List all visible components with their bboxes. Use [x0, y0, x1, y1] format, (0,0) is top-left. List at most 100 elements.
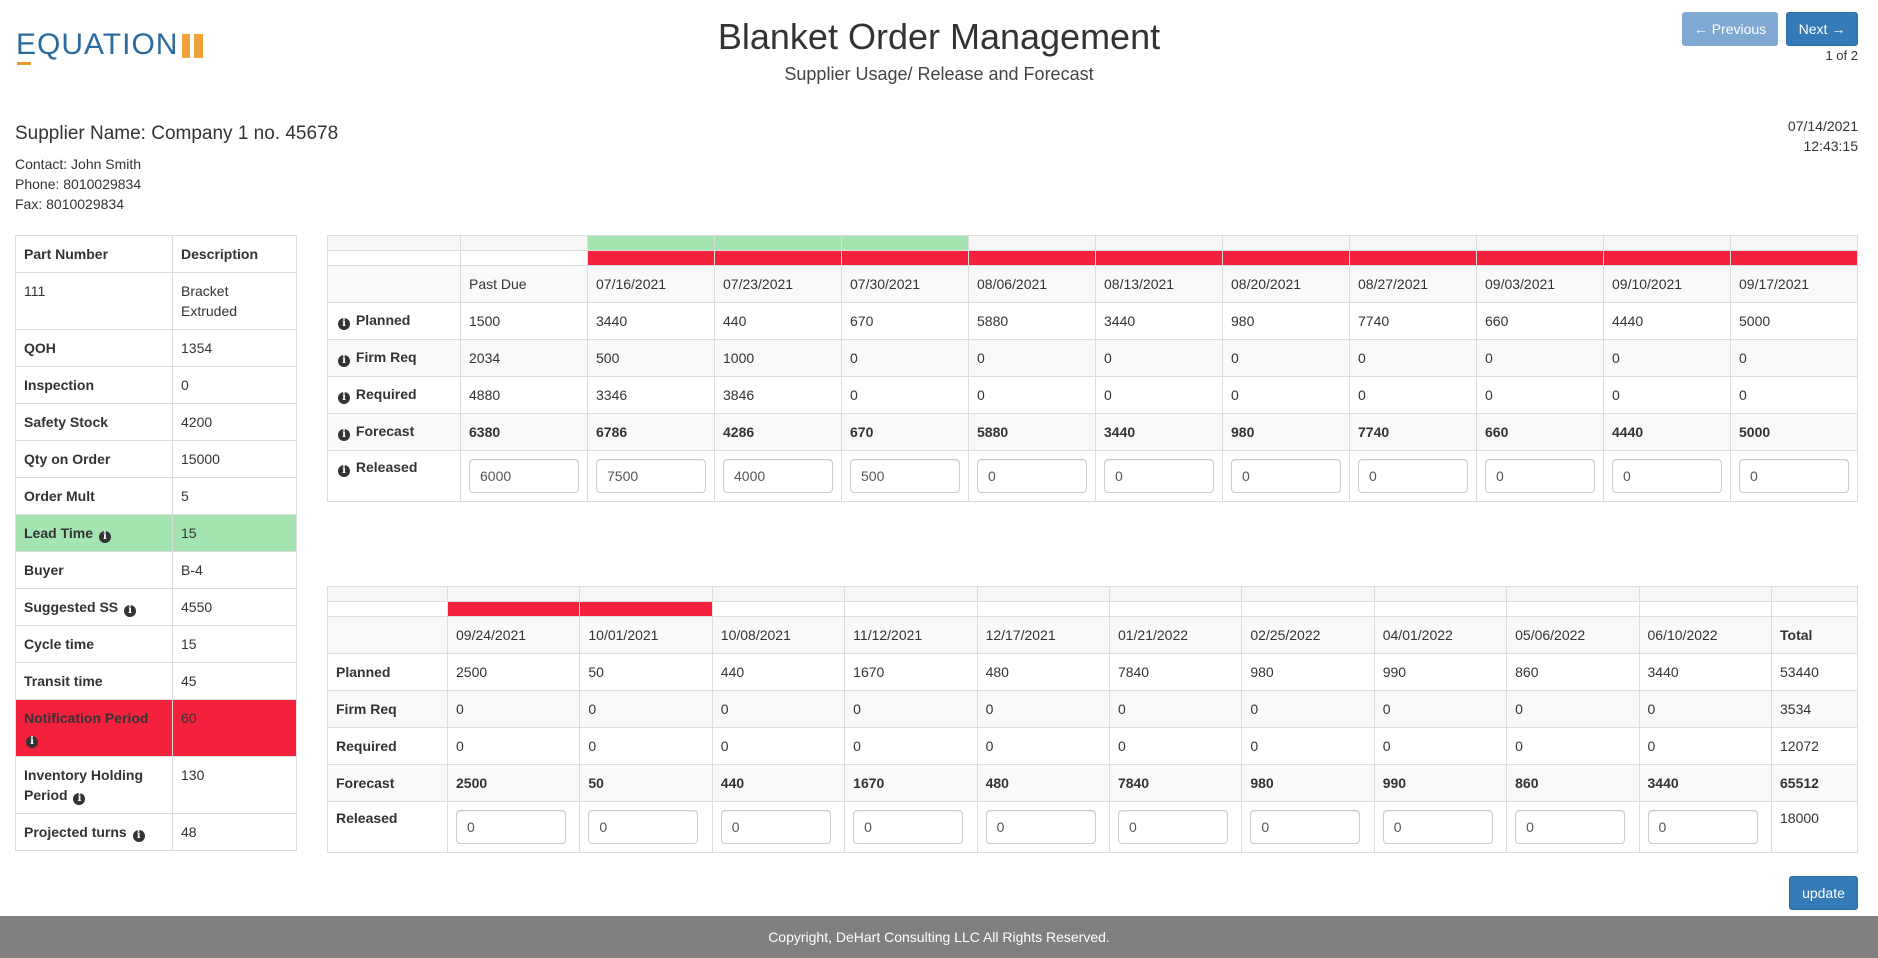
description-value: Bracket Extruded — [172, 272, 297, 330]
status-cell-red — [446, 601, 581, 617]
released-input[interactable] — [720, 810, 831, 844]
cell: 0 — [1349, 376, 1477, 414]
cell: 0 — [1638, 727, 1773, 765]
cell: 7840 — [1108, 764, 1243, 802]
cell: 0 — [1373, 690, 1508, 728]
row-value: 4550 — [172, 588, 297, 626]
forecast-row: i Forecast 6380 6786 4286 670 5880 3440 980 774… — [327, 413, 1858, 451]
cell: 670 — [841, 413, 969, 451]
cell: 660 — [1476, 413, 1604, 451]
info-icon[interactable]: i — [26, 736, 38, 748]
info-icon[interactable]: i — [338, 318, 350, 330]
cell: 0 — [976, 727, 1110, 765]
cell: 5880 — [968, 302, 1096, 340]
released-input[interactable] — [1515, 810, 1626, 844]
cell: 0 — [841, 339, 969, 377]
released-input[interactable] — [1104, 459, 1214, 493]
cell: 860 — [1506, 653, 1640, 691]
date-header: 12/17/2021 — [976, 616, 1110, 654]
info-icon[interactable]: i — [98, 531, 111, 543]
status-cell-red — [1222, 250, 1350, 266]
row-label: QOH — [15, 329, 173, 367]
cell: 0 — [1095, 339, 1223, 377]
cell: 7840 — [1108, 653, 1243, 691]
contact-fax: Fax: 8010029834 — [15, 196, 124, 212]
cell: 0 — [1730, 376, 1858, 414]
date-header-row: 09/24/2021 10/01/2021 10/08/2021 11/12/2… — [327, 616, 1858, 654]
date-header-row: Past Due 07/16/2021 07/23/2021 07/30/202… — [327, 265, 1858, 303]
cell: 6380 — [460, 413, 588, 451]
cell: 670 — [841, 302, 969, 340]
released-input[interactable] — [588, 810, 699, 844]
date-header: 09/03/2021 — [1476, 265, 1604, 303]
row-value: B-4 — [172, 551, 297, 589]
page-title: Blanket Order Management — [717, 16, 1161, 57]
date-header: 04/01/2022 — [1373, 616, 1508, 654]
cell: 0 — [1222, 376, 1350, 414]
cell: 3440 — [1638, 764, 1773, 802]
qoh-row: QOH 1354 — [15, 329, 297, 367]
released-input[interactable] — [1647, 810, 1758, 844]
firm-req-row: Firm Req 0000000000 3534 — [327, 690, 1858, 728]
cell: 0 — [446, 690, 581, 728]
cycle-time-row: Cycle time 15 — [15, 625, 297, 663]
lead-time-row: Lead Time i 15 — [15, 514, 297, 552]
info-icon[interactable]: i — [338, 355, 350, 367]
info-icon[interactable]: i — [132, 830, 145, 842]
cell: 3440 — [1095, 302, 1223, 340]
timestamp: 07/14/2021 12:43:15 — [1788, 116, 1858, 156]
cell: 1500 — [460, 302, 588, 340]
planned-row: i Planned 1500 3440 440 670 5880 3440 980 7740 6… — [327, 302, 1858, 340]
status-bar-row-top — [327, 586, 1858, 602]
row-label: Required — [355, 386, 417, 402]
released-input[interactable] — [596, 459, 706, 493]
cell: 7740 — [1349, 302, 1477, 340]
released-input[interactable] — [1117, 810, 1228, 844]
released-input[interactable] — [1358, 459, 1468, 493]
row-value: 15000 — [172, 440, 297, 478]
info-icon[interactable]: i — [338, 392, 350, 404]
cell: 0 — [968, 339, 1096, 377]
info-icon[interactable]: i — [338, 465, 350, 477]
released-input[interactable] — [1250, 810, 1361, 844]
transit-time-row: Transit time 45 — [15, 662, 297, 700]
supplier-name: Supplier Name: Company 1 no. 45678 — [15, 123, 339, 144]
row-label: Qty on Order — [15, 440, 173, 478]
released-input[interactable] — [1231, 459, 1341, 493]
row-label: Notification Period — [24, 710, 149, 726]
info-icon[interactable]: i — [124, 605, 137, 617]
released-input[interactable] — [977, 459, 1087, 493]
released-input[interactable] — [1485, 459, 1595, 493]
released-input[interactable] — [1739, 459, 1849, 493]
released-input[interactable] — [456, 810, 566, 844]
released-input[interactable] — [985, 810, 1096, 844]
projected-turns-row: Projected turns i 48 — [15, 813, 297, 851]
cell: 980 — [1241, 764, 1375, 802]
released-input[interactable] — [723, 459, 833, 493]
supplier-contact-info: Contact: John Smith Phone: 8010029834 Fa… — [15, 154, 141, 214]
row-label: Firm Req — [327, 690, 448, 728]
previous-button[interactable]: ← Previous — [1682, 12, 1778, 46]
row-label: Planned — [327, 653, 448, 691]
contact-name: Contact: John Smith — [15, 156, 142, 172]
update-button[interactable]: update — [1789, 876, 1858, 910]
cell: 0 — [1373, 727, 1508, 765]
cell: 0 — [1222, 339, 1350, 377]
forecast-row: Forecast 2500 50 440 1670 480 7840 980 990 860 34… — [327, 764, 1858, 802]
released-input[interactable] — [1382, 810, 1493, 844]
released-input[interactable] — [1612, 459, 1722, 493]
total-header: Total — [1771, 616, 1858, 654]
info-icon[interactable]: i — [73, 793, 86, 805]
released-input[interactable] — [850, 459, 960, 493]
released-input[interactable] — [853, 810, 964, 844]
cell: 0 — [1241, 690, 1375, 728]
cell: 2034 — [460, 339, 588, 377]
forecast-grid-2: 09/24/2021 10/01/2021 10/08/2021 11/12/2… — [327, 586, 1858, 853]
row-value: 130 — [172, 756, 297, 814]
status-cell-red — [1095, 250, 1223, 266]
released-input[interactable] — [469, 459, 579, 493]
next-button[interactable]: Next → — [1786, 12, 1858, 46]
info-icon[interactable]: i — [338, 429, 350, 441]
buyer-row: Buyer B-4 — [15, 551, 297, 589]
cell: 6786 — [587, 413, 715, 451]
